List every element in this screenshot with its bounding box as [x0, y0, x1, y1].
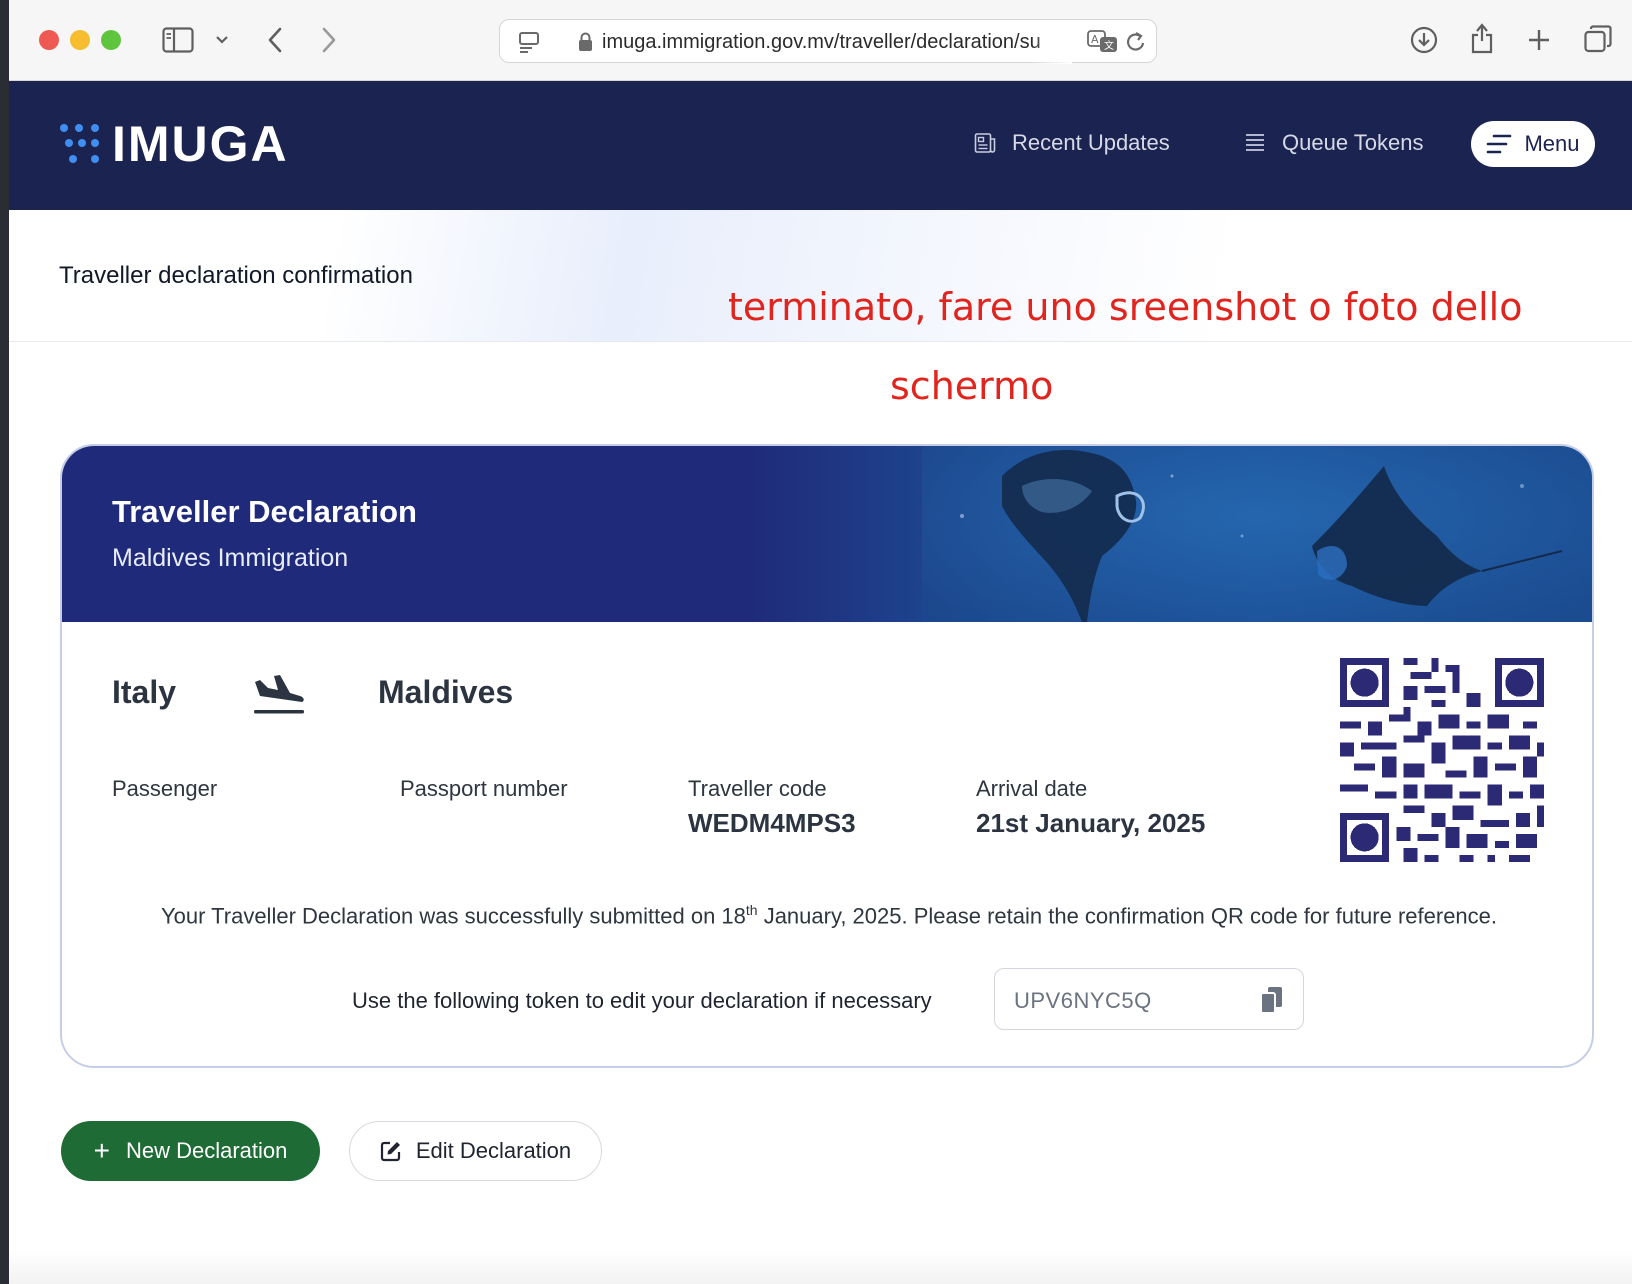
browser-toolbar: imuga.immigration.gov.mv/traveller/decla…	[9, 0, 1632, 81]
menu-button-label: Menu	[1524, 131, 1580, 156]
svg-text:文: 文	[1104, 39, 1114, 52]
edit-icon	[380, 1141, 400, 1162]
page-bottom-shadow	[9, 1250, 1632, 1284]
arrival-date-value: 21st January, 2025	[976, 808, 1206, 838]
newspaper-icon	[974, 133, 996, 153]
manta-ray-image	[922, 446, 1592, 622]
destination-country: Maldives	[378, 674, 514, 710]
site-logo[interactable]: IMUGA	[112, 115, 289, 173]
page-title: Traveller declaration confirmation	[59, 262, 413, 289]
new-declaration-button[interactable]: + New Declaration	[61, 1121, 320, 1181]
list-icon	[1246, 134, 1264, 151]
nav-queue-tokens-label: Queue Tokens	[1282, 130, 1424, 155]
traveller-code-value: WEDM4MPS3	[688, 808, 856, 838]
passenger-label: Passenger	[112, 776, 218, 801]
passport-number-label: Passport number	[400, 776, 568, 801]
edit-declaration-button[interactable]: Edit Declaration	[349, 1121, 602, 1181]
address-bar[interactable]: imuga.immigration.gov.mv/traveller/decla…	[499, 19, 1157, 64]
tabs-overview-icon[interactable]	[1583, 24, 1613, 54]
new-tab-icon[interactable]	[1525, 26, 1553, 54]
annotation-text-line2: schermo	[890, 364, 1054, 408]
translate-icon[interactable]: A文	[1086, 29, 1120, 55]
logo-dots-icon	[60, 124, 99, 163]
download-icon[interactable]	[1409, 24, 1439, 56]
edit-declaration-label: Edit Declaration	[415, 1138, 572, 1163]
plane-landing-icon	[254, 675, 304, 714]
declaration-card: Traveller Declaration Maldives Immigrati…	[60, 444, 1594, 1068]
confirmation-qr-code	[1340, 658, 1544, 862]
close-window-button[interactable]	[39, 30, 59, 50]
reload-icon[interactable]	[1124, 29, 1148, 55]
lock-icon	[576, 31, 594, 53]
hamburger-icon	[1487, 134, 1512, 154]
back-icon[interactable]	[263, 24, 287, 56]
new-declaration-label: New Declaration	[125, 1138, 288, 1163]
copy-icon[interactable]	[1259, 985, 1285, 1015]
page-menu-icon[interactable]	[516, 30, 542, 54]
sidebar-icon[interactable]	[161, 24, 195, 56]
share-icon[interactable]	[1468, 20, 1496, 56]
edit-token-field[interactable]: UPV6NYC5Q	[994, 968, 1304, 1030]
window-edge	[0, 0, 9, 1284]
annotation-text-line1: terminato, fare uno sreenshot o foto del…	[728, 285, 1523, 329]
card-subtitle: Maldives Immigration	[112, 544, 349, 572]
chevron-down-icon[interactable]	[213, 30, 231, 50]
plus-icon: +	[93, 1135, 110, 1166]
nav-recent-updates-label: Recent Updates	[1012, 130, 1170, 155]
svg-text:A: A	[1091, 33, 1099, 46]
card-banner: Traveller Declaration Maldives Immigrati…	[62, 446, 1592, 622]
minimize-window-button[interactable]	[70, 30, 90, 50]
forward-icon[interactable]	[317, 24, 341, 56]
nav-queue-tokens[interactable]: Queue Tokens	[1244, 125, 1423, 161]
traveller-code-label: Traveller code	[688, 776, 827, 801]
browser-window: imuga.immigration.gov.mv/traveller/decla…	[9, 0, 1632, 1284]
edit-token-value: UPV6NYC5Q	[1014, 988, 1152, 1013]
menu-button[interactable]: Menu	[1471, 121, 1595, 167]
origin-country: Italy	[112, 674, 177, 710]
url-text[interactable]: imuga.immigration.gov.mv/traveller/decla…	[602, 20, 1072, 64]
submission-message: Your Traveller Declaration was successfu…	[160, 902, 1498, 929]
card-title: Traveller Declaration	[112, 494, 417, 529]
arrival-date-label: Arrival date	[976, 776, 1088, 801]
edit-token-label: Use the following token to edit your dec…	[352, 988, 932, 1013]
site-header: IMUGA Recent Updates Queue Tokens Menu	[9, 81, 1632, 210]
nav-recent-updates[interactable]: Recent Updates	[974, 125, 1170, 161]
zoom-window-button[interactable]	[101, 30, 121, 50]
